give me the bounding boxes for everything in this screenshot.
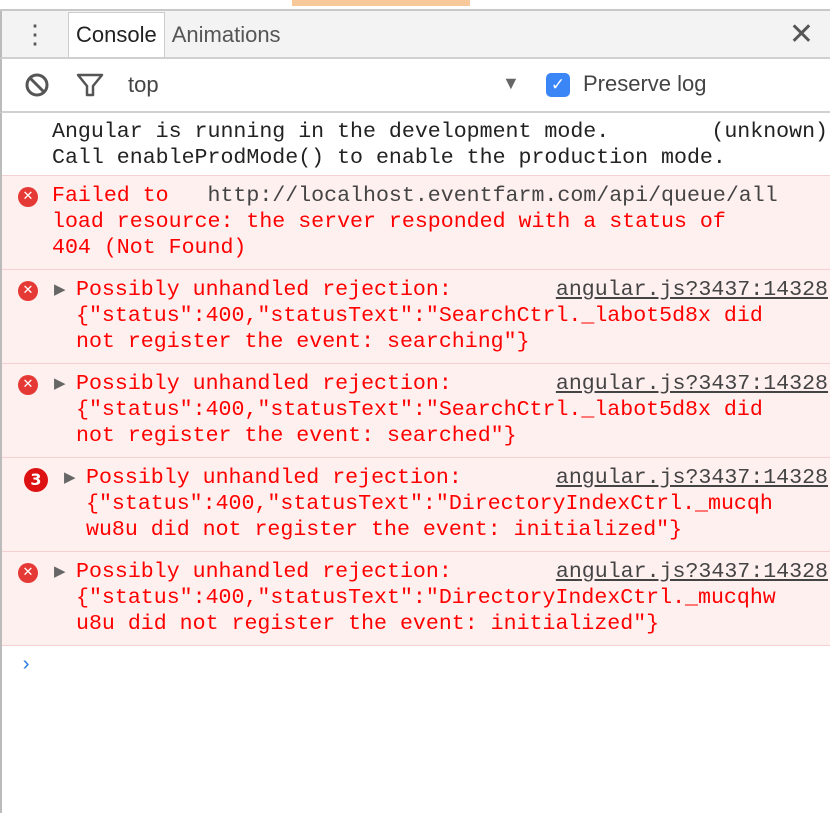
expand-triangle-icon[interactable]: ▶ — [54, 560, 66, 586]
clear-console-icon[interactable] — [24, 72, 50, 98]
page-content-strip — [0, 0, 830, 11]
console-message-error: ✕ ▶ angular.js?3437:14328 Possibly unhandle… — [2, 551, 830, 646]
message-source-link[interactable]: angular.js?3437:14328 — [556, 465, 828, 491]
console-message-log: (unknown) Angular is running in the devel… — [2, 113, 830, 176]
expand-triangle-icon[interactable]: ▶ — [54, 372, 66, 398]
console-message-error: ✕ ▶ angular.js?3437:14328 Possibly unhandle… — [2, 363, 830, 458]
error-icon: ✕ — [18, 281, 38, 301]
console-message-error: ✕ ▶ angular.js?3437:14328 Possibly unhandle… — [2, 269, 830, 364]
message-source: (unknown) — [711, 120, 828, 144]
expand-triangle-icon[interactable]: ▶ — [54, 278, 66, 304]
console-messages: (unknown) Angular is running in the devel… — [0, 113, 830, 813]
filter-icon[interactable] — [76, 72, 104, 98]
devtools-tabbar: ⋮ Console Animations ✕ — [0, 11, 830, 59]
repeat-count-badge: 3 — [24, 468, 48, 492]
error-icon: ✕ — [18, 563, 38, 583]
preserve-log-label[interactable]: Preserve log — [583, 71, 707, 97]
message-prefix: Failed to — [52, 184, 182, 208]
error-icon: ✕ — [18, 187, 38, 207]
console-message-error: ✕ Failed to http://localhost.eventfarm.co… — [2, 175, 830, 270]
message-text: load resource: the server responded with… — [52, 210, 726, 260]
resource-url[interactable]: http://localhost.eventfarm.com/api/queue… — [208, 184, 778, 208]
close-icon[interactable]: ✕ — [789, 17, 814, 52]
message-source-link[interactable]: angular.js?3437:14328 — [556, 371, 828, 397]
tab-console[interactable]: Console — [68, 12, 165, 57]
prompt-chevron-icon: › — [20, 654, 33, 677]
error-icon: ✕ — [18, 375, 38, 395]
more-menu-icon[interactable]: ⋮ — [2, 11, 68, 57]
console-message-error: 3 ▶ angular.js?3437:14328 Possibly unhandle… — [2, 457, 830, 552]
expand-triangle-icon[interactable]: ▶ — [64, 466, 76, 492]
tab-animations[interactable]: Animations — [165, 13, 288, 57]
message-text: Angular is running in the development mo… — [52, 120, 726, 170]
page-element — [292, 0, 470, 6]
message-source-link[interactable]: angular.js?3437:14328 — [556, 559, 828, 585]
preserve-log-checkbox[interactable]: ✓ — [546, 73, 570, 97]
context-selector[interactable]: top — [128, 72, 159, 98]
message-source-link[interactable]: angular.js?3437:14328 — [556, 277, 828, 303]
console-prompt-input[interactable]: › — [2, 646, 830, 685]
console-toolbar: top ▼ ✓ Preserve log — [0, 59, 830, 113]
context-dropdown-icon[interactable]: ▼ — [502, 73, 520, 94]
